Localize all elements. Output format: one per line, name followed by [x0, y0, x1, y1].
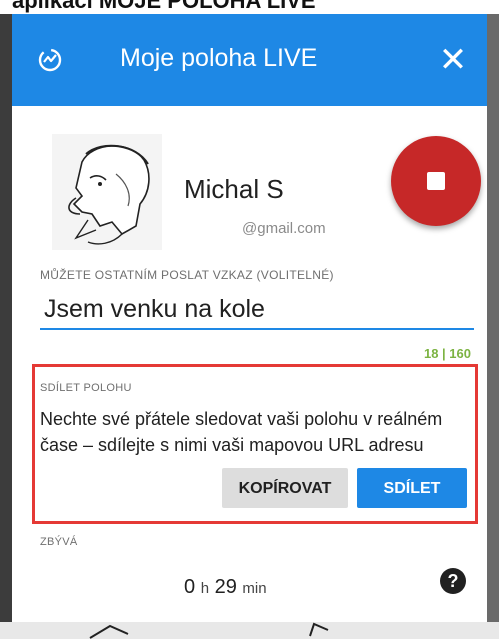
minutes-unit: min	[242, 580, 267, 597]
message-label: MŮŽETE OSTATNÍM POSLAT VZKAZ (VOLITELNÉ)	[40, 268, 334, 282]
copy-button[interactable]: KOPÍROVAT	[222, 468, 348, 508]
share-title: SDÍLET POLOHU	[40, 382, 132, 394]
stop-icon	[427, 172, 445, 190]
user-name: Michal S	[184, 174, 284, 204]
remaining-label: ZBÝVÁ	[40, 536, 78, 548]
avatar	[52, 134, 162, 250]
close-icon[interactable]: ✕	[433, 40, 473, 80]
remaining-time: 0 h 29 min	[184, 576, 267, 599]
share-button[interactable]: SDÍLET	[357, 468, 467, 508]
background-heading: aplikaci MOJE POLOHA LIVE	[12, 0, 316, 13]
remaining-hours: 0	[184, 576, 196, 598]
character-counter: 18 | 160	[423, 346, 471, 361]
message-input[interactable]	[40, 290, 474, 330]
dialog-header: Moje poloha LIVE ✕	[12, 14, 487, 106]
share-description: Nechte své přátele sledovat vaši polohu …	[40, 409, 443, 455]
user-email: @gmail.com	[242, 220, 326, 237]
background-heading-strip: aplikaci MOJE POLOHA LIVE	[0, 0, 499, 14]
hours-unit: h	[200, 580, 210, 597]
map-route-icon	[89, 622, 329, 639]
live-location-icon	[38, 48, 62, 72]
help-icon[interactable]: ?	[440, 568, 466, 594]
live-location-dialog: Moje poloha LIVE ✕ Michal S @gmail.com M…	[12, 14, 487, 622]
dialog-title: Moje poloha LIVE	[120, 44, 318, 72]
remaining-minutes: 29	[214, 576, 237, 598]
stop-sharing-button[interactable]	[391, 136, 481, 226]
backdrop-edge	[487, 14, 499, 639]
